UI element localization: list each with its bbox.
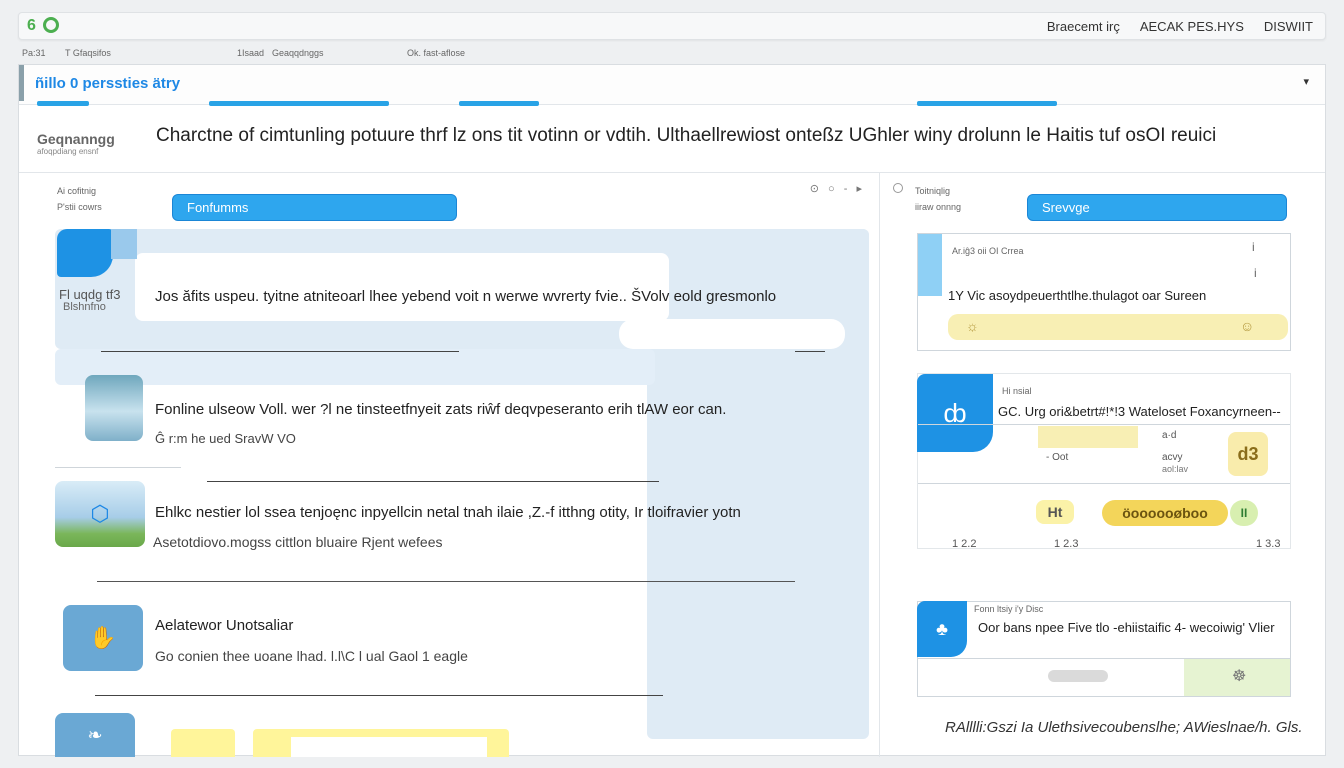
card-tick-b: i (1254, 266, 1257, 280)
card-badge: d3 (1228, 432, 1268, 476)
divider (55, 467, 181, 468)
action-card[interactable]: ♣ Fonn ltsiy i'y Disc Oor bans npee Five… (917, 601, 1291, 697)
card-chip[interactable]: öoooooøboo (1102, 500, 1228, 526)
card-accent (918, 234, 942, 296)
item-title: Aelatewor Unotsaliar (155, 617, 294, 634)
right-meta-2: iiraw onnng (915, 202, 962, 212)
left-meta-1: Ai cofitnig (57, 186, 97, 196)
top-links: Braecemt irç AECAK PES.HYS DISWIIT (1047, 19, 1313, 34)
item-subtitle: Go conien thee uoane lhad. l.l\C l ual G… (155, 648, 468, 664)
hands-icon: ♣ (917, 601, 967, 657)
left-meta-2: P'stii cowrs (57, 202, 102, 212)
description-label: Geqnanngg (37, 131, 115, 147)
description-row: Geqnanngg afoqpdiang ensnf Charctne of c… (19, 107, 1325, 173)
sub-item-5[interactable]: Ok. fast-aflose (407, 48, 465, 58)
header-deco-1 (37, 101, 89, 106)
user-bubble-icon (57, 229, 113, 277)
item-bubble (135, 253, 669, 321)
card-sub-d: aol:lav (1162, 464, 1189, 474)
header-accent-bar (19, 65, 24, 101)
app-logo-ring-icon (43, 17, 59, 33)
left-tab-button[interactable]: Fonfumms (172, 194, 457, 221)
left-panel-meta: Ai cofitnig P'stii cowrs (57, 183, 102, 215)
circle-icon[interactable] (893, 183, 903, 193)
sub-item-4[interactable]: Geaqqdnggs (272, 48, 324, 58)
item-caption-2: Blshnfno (63, 301, 106, 313)
sub-item-2[interactable]: T Gfaqsifos (65, 48, 111, 58)
progress-pill (1048, 670, 1108, 682)
card-badge-label: Ht (1036, 500, 1074, 524)
landscape-icon (85, 375, 143, 441)
water-drop-icon: ⬡ (55, 481, 145, 547)
highlight-band (948, 314, 1288, 340)
top-link-2[interactable]: AECAK PES.HYS (1140, 19, 1244, 34)
card-text: GC. Urg ori&betrt#!*!3 Wateloset Foxancy… (998, 404, 1281, 419)
top-toolbar: 6 Braecemt irç AECAK PES.HYS DISWIIT (18, 12, 1326, 40)
summary-card[interactable]: Ar.iĝ3 oii OI Crrea 1Y Vic asoydpeuertht… (917, 233, 1291, 351)
divider (795, 351, 825, 352)
top-link-1[interactable]: Braecemt irç (1047, 19, 1120, 34)
item-title: Fonline ulseow Voll. wer ?l ne tinsteetf… (155, 401, 727, 418)
card-label: Ar.iĝ3 oii OI Crrea (952, 246, 1024, 256)
header-deco-4 (917, 101, 1057, 106)
app-logo[interactable]: 6 (27, 17, 36, 35)
item-title: Ehlkc nestier lol ssea tenjoęnc inpyellc… (155, 504, 741, 521)
description-text: Charctne of cimtunling potuure thrf lz o… (156, 125, 1217, 146)
card-text: Oor bans npee Five tlo -ehiistaific 4- w… (978, 620, 1275, 635)
top-link-3[interactable]: DISWIIT (1264, 19, 1313, 34)
card-label: Hi nsial (1002, 386, 1032, 396)
card-sub-c: acvy (1162, 452, 1183, 463)
leaf-icon: ❧ (55, 713, 135, 757)
axis-tick: 1 2.3 (1054, 538, 1079, 550)
axis-tick: 1 2.2 (952, 538, 977, 550)
right-panel-meta: Toitniqlig iiraw onnng (915, 183, 961, 215)
item-caption: Fl uqdg tf3 (59, 287, 121, 302)
window-header: ñillo 0 perssties ätry ▾ (19, 65, 1325, 106)
left-panel: Ai cofitnig P'stii cowrs Fonfumms ⊙ ○ - … (19, 173, 880, 757)
divider (207, 481, 659, 482)
sub-item-3[interactable]: 1Isaad (237, 48, 264, 58)
card-chip-end: II (1230, 500, 1258, 526)
header-deco-2 (209, 101, 389, 106)
left-bg-band (55, 349, 655, 385)
divider (97, 581, 795, 582)
card-text: 1Y Vic asoydpeuerthtlhe.thulagot oar Sur… (948, 288, 1207, 303)
right-meta-1: Toitniqlig (915, 186, 951, 196)
highlight-inner (291, 737, 487, 757)
item-title: Jos ăfits uspeu. tyitne atniteoarl lhee … (155, 288, 777, 305)
header-deco-3 (459, 101, 539, 106)
main-window: ñillo 0 perssties ätry ▾ Geqnanngg afoqp… (18, 64, 1326, 757)
sub-toolbar: Pa:31 T Gfaqsifos 1Isaad Geaqqdnggs Ok. … (22, 46, 1322, 60)
panel-controls-icon[interactable]: ⊙ ○ - ▸ (810, 182, 865, 195)
item-subtitle: Asetotdiovo.mogss cittlon bluaire Rjent … (153, 534, 443, 550)
highlight-band (1038, 426, 1138, 448)
face-icon: ☺ (1240, 318, 1255, 334)
bird-icon: ☼ (966, 318, 979, 334)
divider (101, 351, 459, 352)
card-sub-a: a·d (1162, 430, 1177, 441)
axis-tick: 1 3.3 (1256, 538, 1281, 550)
item-subtitle: Ĝ r:m he ued SravW VO (155, 431, 296, 446)
footer-note: RAlllli:Gszi Ia Ulethsivecoubenslhe; AWi… (945, 719, 1303, 736)
detail-card[interactable]: ȸ Hi nsial GC. Urg ori&betrt#!*!3 Watelo… (917, 373, 1291, 550)
card-sub-b: - Oot (1046, 452, 1069, 463)
sub-item-1[interactable]: Pa:31 (22, 48, 46, 58)
right-tab-button[interactable]: Srevvge (1027, 194, 1287, 221)
item-bubble-tail (619, 319, 845, 349)
divider (95, 695, 663, 696)
bug-icon: ☸ (1232, 668, 1247, 685)
right-panel: Toitniqlig iiraw onnng Srevvge Ar.iĝ3 oi… (881, 173, 1325, 757)
user-bubble-icon-tail (111, 229, 137, 259)
card-tick-a: i (1252, 240, 1255, 254)
card-label: Fonn ltsiy i'y Disc (974, 604, 1044, 614)
description-sublabel: afoqpdiang ensnf (37, 147, 99, 156)
highlight-block (171, 729, 235, 757)
hand-icon: ✋ (63, 605, 143, 671)
window-title: ñillo 0 perssties ätry (35, 75, 181, 92)
chevron-down-icon[interactable]: ▾ (1303, 75, 1309, 88)
